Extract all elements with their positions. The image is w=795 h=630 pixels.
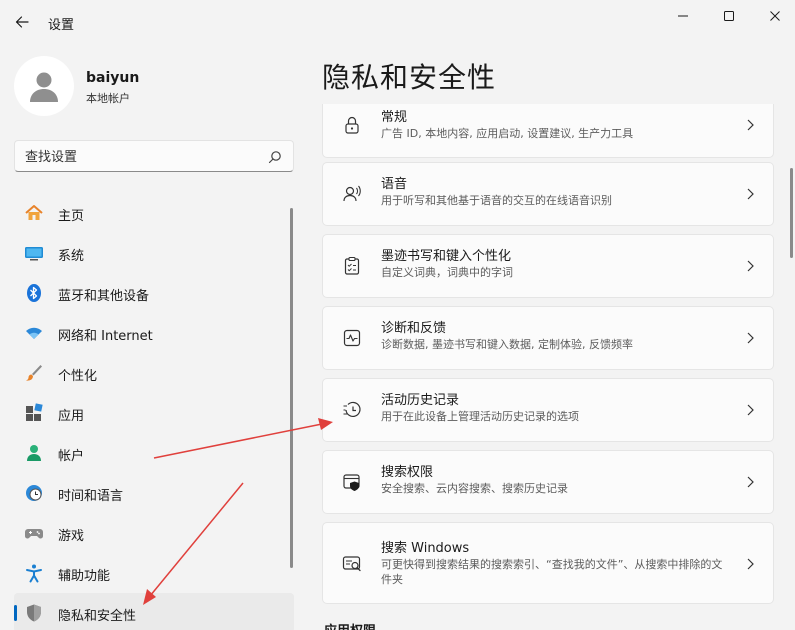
sidebar-item-label: 辅助功能 [58,569,111,584]
diagnostics-icon [341,327,363,349]
settings-card-speech[interactable]: 语音 用于听写和其他基于语音的交互的在线语音识别 [322,162,774,226]
settings-card-inking-typing[interactable]: 墨迹书写和键入个性化 自定义词典，词典中的字词 [322,234,774,298]
search-box[interactable] [14,140,294,172]
close-icon [770,11,780,21]
chevron-right-icon [747,188,754,200]
settings-card-diagnostics[interactable]: 诊断和反馈 诊断数据, 墨迹书写和键入数据, 定制体验, 反馈频率 [322,306,774,370]
search-icon[interactable] [267,149,283,165]
maximize-icon [724,11,734,21]
selected-indicator [14,605,17,621]
sidebar-item-label: 主页 [58,209,85,224]
card-description: 安全搜索、云内容搜索、搜索历史记录 [381,482,568,495]
sidebar-item-label: 网络和 Internet [58,329,153,344]
sidebar-item-label: 隐私和安全性 [58,609,137,624]
chevron-right-icon [747,558,754,570]
sidebar-nav: 主页 系统 蓝牙和其他设备 网络和 Internet 个性化 应用 帐户 时间和… [14,193,294,630]
search-windows-icon [341,553,363,575]
sidebar-item-personalization[interactable]: 个性化 [14,353,294,393]
user-avatar-icon [30,72,58,102]
card-description: 广告 ID, 本地内容, 应用启动, 设置建议, 生产力工具 [381,127,634,140]
wifi-icon [24,323,44,343]
settings-list: 常规 广告 ID, 本地内容, 应用启动, 设置建议, 生产力工具 语音 用于听… [322,104,774,630]
card-title: 搜索 Windows [381,541,470,556]
card-description: 用于在此设备上管理活动历史记录的选项 [381,410,579,423]
accessibility-icon [24,563,44,583]
settings-card-search-permissions[interactable]: 搜索权限 安全搜索、云内容搜索、搜索历史记录 [322,450,774,514]
search-shield-icon [341,471,363,493]
sidebar-item-home[interactable]: 主页 [14,193,294,233]
sidebar-item-label: 蓝牙和其他设备 [58,289,150,304]
arrow-left-icon [15,16,29,28]
minimize-icon [678,15,688,17]
sidebar-item-gaming[interactable]: 游戏 [14,513,294,553]
gamepad-icon [24,523,44,543]
bluetooth-icon [24,283,44,303]
settings-card-searching-windows[interactable]: 搜索 Windows 可更快得到搜索结果的搜索索引、“查找我的文件”、从搜索中排… [322,522,774,604]
card-title: 常规 [381,110,408,125]
sidebar-scrollbar[interactable] [290,208,293,568]
clipboard-check-icon [341,255,363,277]
card-description: 自定义词典，词典中的字词 [381,266,513,279]
brush-icon [24,363,44,383]
sidebar-item-label: 应用 [58,409,85,424]
clock-globe-icon [24,483,44,503]
settings-card-activity-history[interactable]: 活动历史记录 用于在此设备上管理活动历史记录的选项 [322,378,774,442]
shield-icon [24,603,44,623]
chevron-right-icon [747,404,754,416]
sidebar-item-label: 帐户 [58,449,85,464]
minimize-button[interactable] [660,4,706,28]
person-icon [24,443,44,463]
card-title: 语音 [381,177,408,192]
sidebar-item-label: 游戏 [58,529,85,544]
apps-icon [24,403,44,423]
card-title: 搜索权限 [381,465,434,480]
card-description: 用于听写和其他基于语音的交互的在线语音识别 [381,194,612,207]
sidebar-item-accounts[interactable]: 帐户 [14,433,294,473]
close-button[interactable] [752,4,795,28]
sidebar-item-time-language[interactable]: 时间和语言 [14,473,294,513]
title-bar: 设置 [0,0,795,44]
card-title: 活动历史记录 [381,393,460,408]
avatar [14,56,74,116]
sidebar-item-label: 系统 [58,249,85,264]
section-heading-app-permissions: 应用权限 [324,620,376,630]
maximize-button[interactable] [706,4,752,28]
chevron-right-icon [747,332,754,344]
sidebar-item-apps[interactable]: 应用 [14,393,294,433]
sidebar-item-label: 个性化 [58,369,98,384]
chevron-right-icon [747,260,754,272]
page-title: 隐私和安全性 [322,61,497,94]
search-input[interactable] [25,147,255,167]
sidebar-item-privacy-security[interactable]: 隐私和安全性 [14,593,294,630]
sidebar-item-label: 时间和语言 [58,489,124,504]
speech-icon [341,183,363,205]
account-type: 本地帐户 [86,92,130,105]
card-description: 可更快得到搜索结果的搜索索引、“查找我的文件”、从搜索中排除的文件夹 [381,558,723,586]
lock-icon [341,114,363,136]
monitor-icon [24,243,44,263]
back-button[interactable] [12,12,32,32]
history-icon [341,399,363,421]
sidebar-item-bluetooth[interactable]: 蓝牙和其他设备 [14,273,294,313]
home-icon [24,203,44,223]
card-title: 墨迹书写和键入个性化 [381,249,512,264]
card-title: 诊断和反馈 [381,321,447,336]
main-scrollbar[interactable] [790,168,793,258]
sidebar-item-network[interactable]: 网络和 Internet [14,313,294,353]
user-name: baiyun [86,70,140,86]
sidebar-item-accessibility[interactable]: 辅助功能 [14,553,294,593]
app-title: 设置 [48,18,75,33]
user-profile[interactable]: baiyun 本地帐户 [14,56,294,118]
chevron-right-icon [747,476,754,488]
card-description: 诊断数据, 墨迹书写和键入数据, 定制体验, 反馈频率 [381,338,633,351]
settings-card-general[interactable]: 常规 广告 ID, 本地内容, 应用启动, 设置建议, 生产力工具 [322,104,774,158]
chevron-right-icon [747,119,754,131]
sidebar-item-system[interactable]: 系统 [14,233,294,273]
